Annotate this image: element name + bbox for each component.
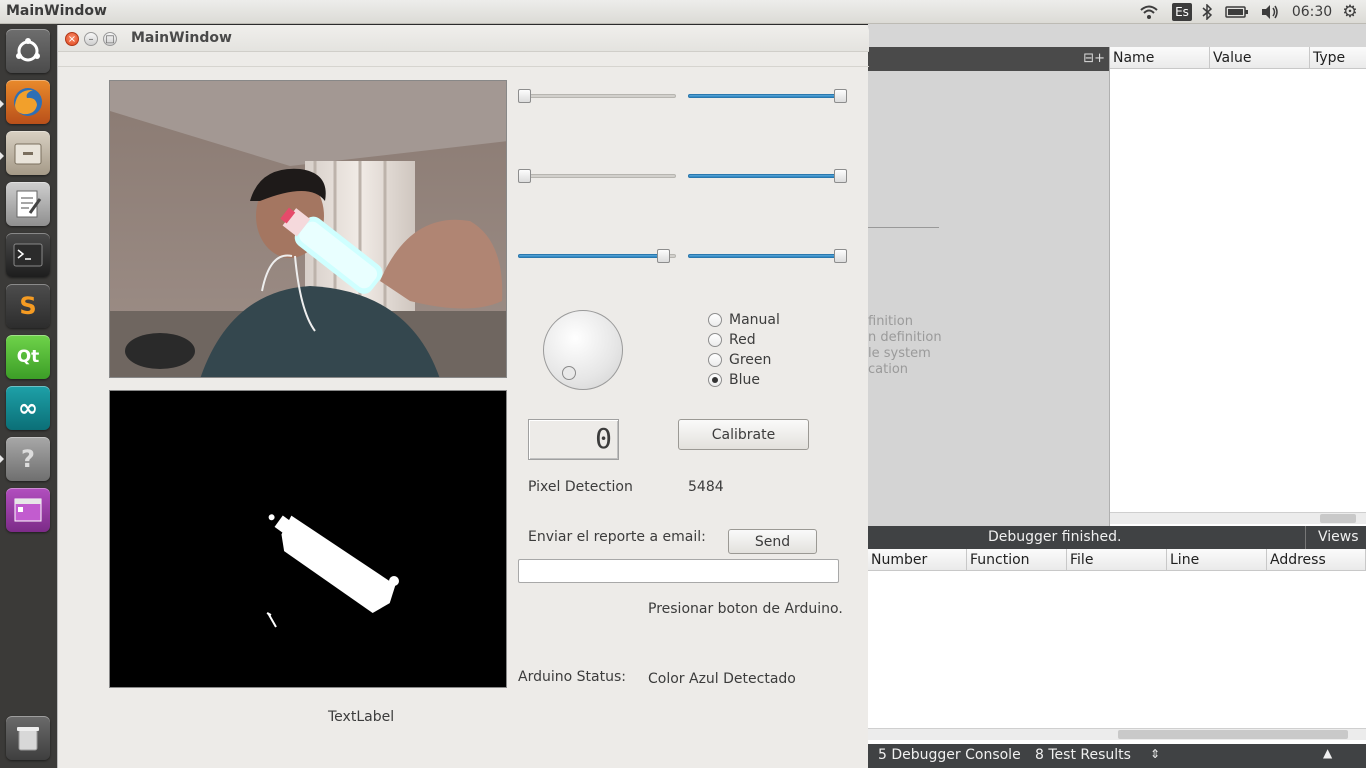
radio-blue[interactable]: Blue [708,371,760,389]
column-header-address[interactable]: Address [1267,549,1366,571]
threshold-mask-view [109,390,507,688]
radio-green[interactable]: Green [708,351,771,369]
horizontal-scrollbar[interactable] [1110,512,1366,524]
test-results-tab[interactable]: 8 Test Results [1035,747,1131,763]
instruction-label: Presionar boton de Arduino. [648,601,843,617]
files-icon[interactable] [6,131,50,175]
column-header-value[interactable]: Value [1210,47,1310,69]
radio-manual[interactable]: Manual [708,311,780,329]
locals-view: Name Value Type [1109,47,1366,526]
column-header-name[interactable]: Name [1110,47,1210,69]
maximize-pane-icon[interactable]: ▲ [1323,746,1332,760]
launcher: S Qt ∞ ? [0,24,57,768]
slider-left-3[interactable] [518,249,676,263]
horizontal-scrollbar[interactable] [868,728,1366,740]
window-title: MainWindow [131,30,232,46]
radio-label: Red [729,332,756,348]
running-indicator [0,152,4,160]
clock[interactable]: 06:30 [1292,2,1332,22]
bluetooth-icon[interactable] [1200,2,1214,22]
radio-indicator [708,333,722,347]
firefox-icon[interactable] [6,80,50,124]
keyboard-layout-indicator[interactable]: Es [1172,3,1192,21]
debugger-status: Debugger finished. [988,529,1122,545]
dial[interactable] [543,310,623,390]
send-button[interactable]: Send [728,529,817,554]
menu-bar [58,52,869,67]
calibrate-button[interactable]: Calibrate [678,419,809,450]
debugger-bar: Debugger finished. Views [868,526,1366,549]
window-titlebar[interactable]: × – □ MainWindow [58,25,869,52]
radio-label: Blue [729,372,760,388]
running-indicator [0,100,4,108]
settings-gear-icon[interactable]: ⚙ [1340,2,1360,22]
arduino-icon[interactable]: ∞ [6,386,50,430]
radio-indicator [708,353,722,367]
divider [868,227,939,228]
pixel-detection-label: Pixel Detection [528,479,633,495]
column-header-number[interactable]: Number [868,549,967,571]
help-icon[interactable]: ? [6,437,50,481]
top-panel: MainWindow Es 06:30 ⚙ [0,0,1366,24]
text-editor-icon[interactable] [6,182,50,226]
volume-icon[interactable] [1259,2,1281,22]
column-header-type[interactable]: Type [1310,47,1366,69]
trash-icon[interactable] [6,716,50,760]
editor-area [868,71,1109,526]
arduino-status-label: Arduino Status: [518,669,626,685]
terminal-icon[interactable] [6,233,50,277]
split-icon[interactable]: ⊟+ [1083,51,1105,66]
stack-view: Number Function File Line Address [868,549,1366,744]
running-indicator [0,455,4,463]
radio-label: Green [729,352,772,368]
minimize-icon[interactable]: – [84,32,98,46]
pixel-detection-value: 5484 [688,479,724,495]
radio-red[interactable]: Red [708,331,756,349]
ghost-text: n definition [868,330,942,345]
arduino-status-value: Color Azul Detectado [648,671,796,687]
wifi-icon[interactable] [1138,2,1160,22]
slider-right-2[interactable] [688,169,847,183]
views-button[interactable]: Views [1318,529,1359,545]
ubuntu-dash-icon[interactable] [6,29,50,73]
slider-right-1[interactable] [688,89,847,103]
column-header-line[interactable]: Line [1167,549,1267,571]
workspace-icon[interactable] [6,488,50,532]
radio-label: Manual [729,312,780,328]
qt-creator-icon[interactable]: Qt [6,335,50,379]
email-label: Enviar el reporte a email: [528,529,706,545]
column-header-function[interactable]: Function [967,549,1067,571]
output-pane-bar: 5 Debugger Console 8 Test Results ⇕ ▲ [868,744,1366,768]
lcd-number: 0 [528,419,619,460]
email-field[interactable] [518,559,839,583]
radio-indicator [708,313,722,327]
maximize-icon[interactable]: □ [103,32,117,46]
battery-icon[interactable] [1224,2,1250,22]
ghost-text: finition [868,314,913,329]
radio-indicator [708,373,722,387]
column-header-file[interactable]: File [1067,549,1167,571]
slider-right-3[interactable] [688,249,847,263]
ghost-text: le system [868,346,931,361]
debugger-console-tab[interactable]: 5 Debugger Console [878,747,1021,763]
ghost-text: cation [868,362,909,377]
slider-left-2[interactable] [518,169,676,183]
editor-toolbar: ⊟+ [868,47,1109,71]
pane-selector-icon[interactable]: ⇕ [1150,747,1160,761]
sublime-text-icon[interactable]: S [6,284,50,328]
text-label: TextLabel [328,709,395,725]
close-icon[interactable]: × [65,32,79,46]
active-window-title: MainWindow [6,3,107,19]
dial-notch [562,366,576,380]
camera-feed [109,80,507,378]
slider-left-1[interactable] [518,89,676,103]
main-window: × – □ MainWindow Manual Red Green Blue 0… [57,25,869,768]
